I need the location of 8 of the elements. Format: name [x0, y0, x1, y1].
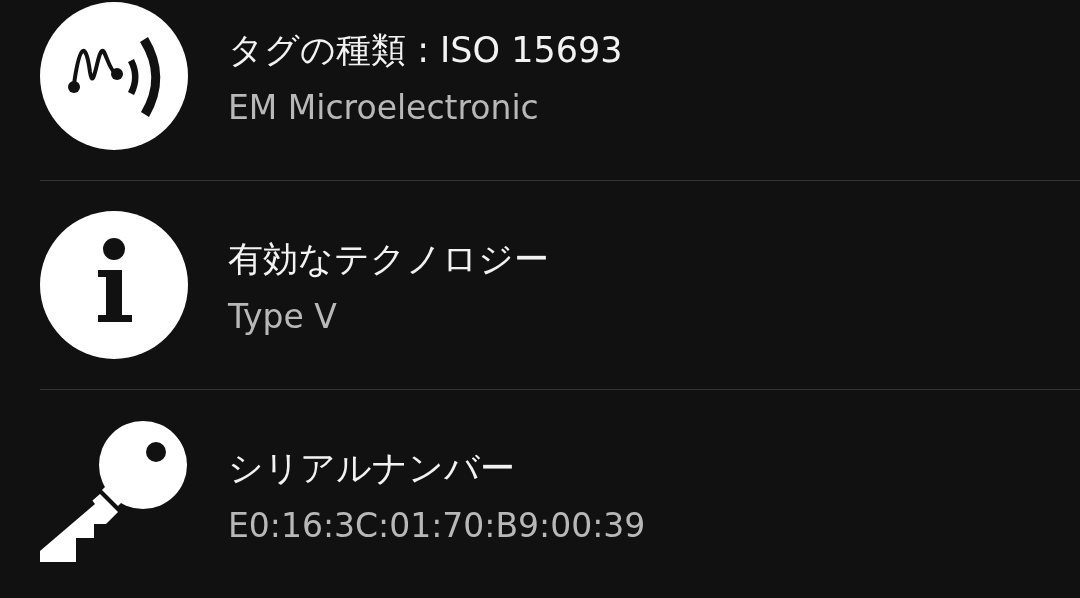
info-icon: [40, 211, 188, 359]
row-title: シリアルナンバー: [228, 447, 516, 490]
row-title: タグの種類 : ISO 15693: [228, 29, 623, 72]
row-title: 有効なテクノロジー: [228, 238, 549, 281]
row-value: E0:16:3C:01:70:B9:00:39: [228, 505, 646, 547]
signal-icon: [40, 2, 188, 150]
row-value: EM Microelectronic: [228, 87, 540, 129]
row-value: Type V: [228, 296, 338, 338]
